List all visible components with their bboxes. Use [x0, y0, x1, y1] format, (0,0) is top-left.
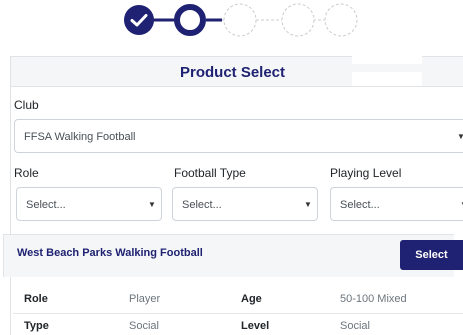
football-type-select[interactable]: Select... ▼ — [172, 187, 318, 221]
chevron-down-icon: ▼ — [304, 200, 312, 209]
playing-level-select-value: Select... — [340, 199, 380, 211]
type-detail-label: Type — [24, 320, 49, 332]
age-detail-label: Age — [241, 293, 262, 305]
club-label: Club — [14, 98, 39, 112]
level-detail-value: Social — [340, 320, 370, 332]
football-type-select-value: Select... — [182, 199, 222, 211]
role-label: Role — [14, 166, 39, 180]
step-5-pending — [324, 3, 358, 37]
role-select[interactable]: Select... ▼ — [16, 187, 162, 221]
club-select[interactable]: FFSA Walking Football ▼ — [14, 119, 463, 153]
step-3-pending — [223, 3, 257, 37]
role-detail-label: Role — [24, 293, 48, 305]
overlay-block — [352, 72, 422, 86]
overlay-block — [352, 46, 422, 64]
progress-stepper — [0, 0, 463, 44]
step-1-complete — [124, 5, 154, 35]
age-detail-value: 50-100 Mixed — [340, 293, 407, 305]
step-4-pending — [281, 3, 315, 37]
level-detail-label: Level — [241, 320, 270, 332]
chevron-down-icon: ▼ — [457, 132, 463, 141]
club-select-value: FFSA Walking Football — [24, 131, 136, 143]
select-product-button[interactable]: Select — [400, 240, 463, 270]
role-select-value: Select... — [26, 199, 66, 211]
chevron-down-icon: ▼ — [148, 200, 156, 209]
football-type-label: Football Type — [174, 166, 246, 180]
playing-level-select[interactable]: Select... ▼ — [330, 187, 463, 221]
role-detail-value: Player — [129, 293, 161, 305]
playing-level-label: Playing Level — [330, 166, 402, 180]
step-2-current — [174, 4, 206, 36]
row-divider — [13, 313, 463, 314]
type-detail-value: Social — [129, 320, 159, 332]
result-title: West Beach Parks Walking Football — [17, 247, 203, 259]
